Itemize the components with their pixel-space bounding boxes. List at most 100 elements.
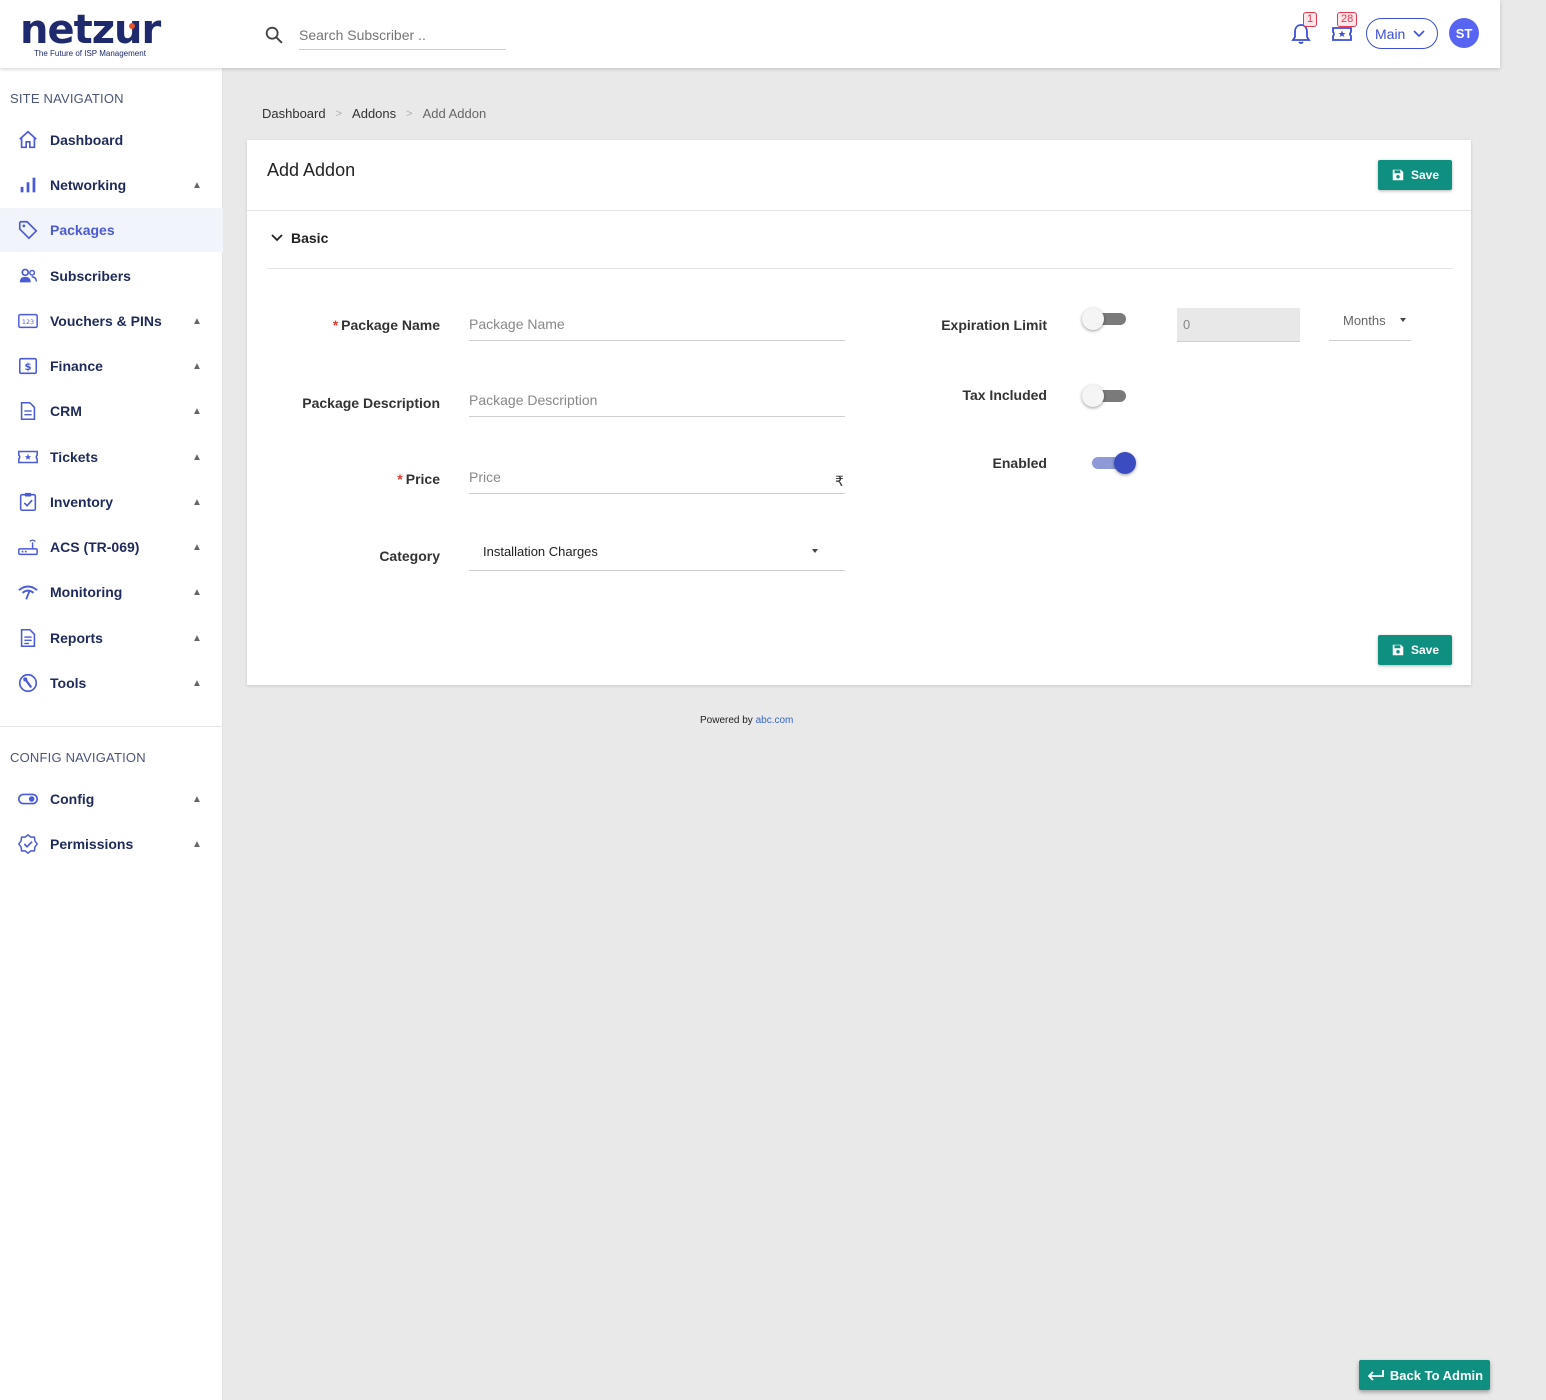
- tax-included-toggle[interactable]: [1082, 385, 1128, 407]
- package-name-input[interactable]: [469, 307, 845, 341]
- breadcrumb-current: Add Addon: [422, 106, 487, 121]
- expiration-unit-select[interactable]: Months: [1329, 308, 1411, 341]
- tag-icon: [18, 220, 38, 240]
- caret-down-icon: [812, 549, 818, 553]
- category-select-value: Installation Charges: [483, 544, 598, 559]
- category-select[interactable]: Installation Charges: [469, 536, 845, 571]
- sidebar-item-label: Networking: [50, 177, 127, 193]
- sidebar-item-label: Subscribers: [50, 268, 131, 284]
- sidebar-item-label: Config: [50, 791, 95, 807]
- tax-included-label: Tax Included: [962, 387, 1047, 403]
- search-subscriber-input[interactable]: [299, 20, 506, 50]
- save-button-bottom[interactable]: Save: [1378, 635, 1452, 665]
- sidebar-item-label: Finance: [50, 358, 103, 374]
- user-avatar[interactable]: ST: [1449, 18, 1479, 48]
- rupee-icon: ₹: [835, 473, 844, 489]
- expiration-limit-label: Expiration Limit: [941, 317, 1047, 333]
- enabled-label: Enabled: [992, 455, 1047, 471]
- breadcrumb-dashboard[interactable]: Dashboard: [262, 106, 326, 121]
- sidebar-item-label: Inventory: [50, 494, 114, 510]
- logo-dot: [129, 23, 135, 29]
- package-name-label-text: Package Name: [341, 317, 440, 333]
- notifications-badge: 1: [1303, 12, 1318, 27]
- required-asterisk: *: [397, 471, 403, 487]
- back-to-admin-button[interactable]: Back To Admin: [1359, 1360, 1490, 1390]
- svg-text:123: 123: [22, 318, 34, 326]
- section-basic-label: Basic: [291, 230, 329, 246]
- footer: Powered by abc.com: [700, 715, 793, 726]
- breadcrumb-separator: >: [406, 107, 413, 120]
- sidebar-item-packages[interactable]: Packages: [0, 208, 223, 252]
- expand-arrow-icon: ▲: [192, 838, 202, 850]
- sidebar-item-reports[interactable]: Reports ▲: [0, 616, 223, 660]
- verified-icon: [17, 833, 39, 855]
- brand-name: netzur: [20, 7, 161, 53]
- top-header: netzur The Future of ISP Management 1 28…: [0, 0, 1500, 68]
- sidebar-item-tools[interactable]: Tools ▲: [0, 661, 223, 705]
- powered-by-text: Powered by: [700, 715, 753, 726]
- price-input[interactable]: [469, 460, 845, 494]
- sidebar-item-crm[interactable]: CRM ▲: [0, 389, 223, 433]
- enabled-toggle[interactable]: [1090, 452, 1136, 474]
- sidebar-item-label: ACS (TR-069): [50, 539, 140, 555]
- expand-arrow-icon: ▲: [192, 179, 202, 191]
- site-navigation-title: SITE NAVIGATION: [10, 91, 124, 106]
- search-icon[interactable]: [263, 24, 285, 46]
- sidebar-item-inventory[interactable]: Inventory ▲: [0, 480, 223, 524]
- sidebar-item-monitoring[interactable]: Monitoring ▲: [0, 570, 223, 614]
- brand-logo[interactable]: netzur The Future of ISP Management: [20, 7, 161, 58]
- sidebar-item-config[interactable]: Config ▲: [0, 777, 223, 821]
- report-icon: [20, 628, 36, 648]
- breadcrumb-addons[interactable]: Addons: [352, 106, 396, 121]
- expand-arrow-icon: ▲: [192, 451, 202, 463]
- sidebar-item-label: Dashboard: [50, 132, 124, 148]
- save-button-top[interactable]: Save: [1378, 160, 1452, 190]
- powered-by-link[interactable]: abc.com: [756, 715, 794, 726]
- back-to-admin-label: Back To Admin: [1389, 1367, 1484, 1383]
- expand-arrow-icon: ▲: [192, 496, 202, 508]
- required-asterisk: *: [332, 317, 339, 333]
- expand-arrow-icon: ▲: [192, 586, 202, 598]
- toggle-knob: [1114, 452, 1136, 474]
- router-icon: [18, 539, 38, 556]
- sidebar-item-vouchers-pins[interactable]: 123 Vouchers & PINs ▲: [0, 299, 223, 343]
- sidebar-item-permissions[interactable]: Permissions ▲: [0, 822, 223, 866]
- clipboard-check-icon: [19, 492, 37, 512]
- sidebar-item-finance[interactable]: $ Finance ▲: [0, 344, 223, 388]
- config-navigation-title: CONFIG NAVIGATION: [10, 750, 146, 765]
- caret-down-icon: [1400, 318, 1406, 322]
- card-divider: [247, 210, 1471, 211]
- toggle-knob: [1082, 308, 1104, 330]
- sidebar-item-subscribers[interactable]: Subscribers: [0, 254, 223, 298]
- expiration-limit-toggle[interactable]: [1082, 308, 1128, 330]
- breadcrumb-separator: >: [335, 107, 343, 120]
- home-icon: [19, 130, 37, 149]
- sidebar-item-dashboard[interactable]: Dashboard: [0, 118, 223, 162]
- add-addon-card: Add Addon Save Basic * Package Name Packa…: [247, 140, 1471, 685]
- chevron-down-icon: [271, 234, 283, 242]
- expand-arrow-icon: ▲: [192, 793, 202, 805]
- sidebar-item-label: Vouchers & PINs: [50, 313, 162, 329]
- pin-123-icon: 123: [18, 313, 38, 329]
- branch-select[interactable]: Main: [1366, 18, 1438, 49]
- package-description-label: Package Description: [302, 395, 440, 411]
- sidebar-item-networking[interactable]: Networking ▲: [0, 163, 223, 207]
- sidebar-item-label: Packages: [50, 222, 115, 238]
- price-label: * Price: [397, 471, 440, 487]
- package-description-input[interactable]: [469, 383, 845, 417]
- sidebar-item-acs[interactable]: ACS (TR-069) ▲: [0, 525, 223, 569]
- bar-chart-icon: [20, 177, 36, 193]
- expand-arrow-icon: ▲: [192, 677, 202, 689]
- sidebar-item-tickets[interactable]: Tickets ▲: [0, 435, 223, 479]
- sidebar-item-label: Reports: [50, 630, 103, 646]
- price-label-text: Price: [405, 471, 440, 487]
- section-basic-toggle[interactable]: Basic: [271, 230, 328, 246]
- sidebar-item-label: CRM: [50, 403, 82, 419]
- signal-icon: [18, 585, 38, 600]
- expiration-limit-value-input[interactable]: [1177, 308, 1300, 342]
- people-icon: [19, 268, 37, 283]
- expand-arrow-icon: ▲: [192, 541, 202, 553]
- return-arrow-icon: [1367, 1370, 1384, 1381]
- svg-text:$: $: [24, 362, 31, 373]
- tickets-badge: 28: [1337, 12, 1358, 27]
